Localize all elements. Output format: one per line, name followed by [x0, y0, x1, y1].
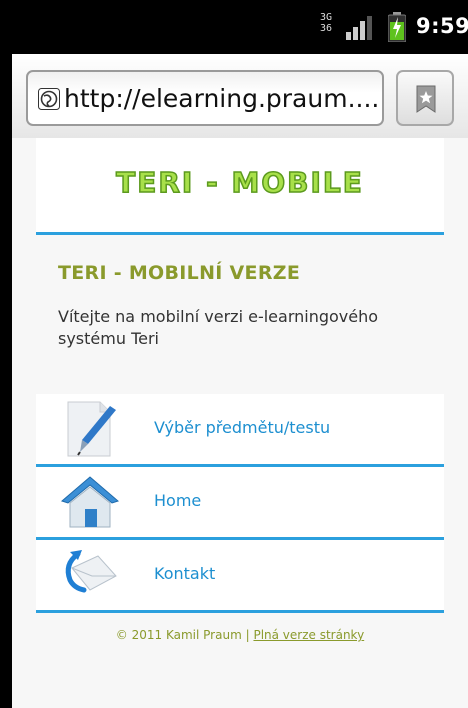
page-title: TERI - MOBILNÍ VERZE [58, 262, 301, 284]
network-type-icon: 3G 36 [316, 12, 336, 42]
url-field[interactable]: http://elearning.praum.... [26, 70, 384, 126]
menu-label-subject-test: Výběr předmětu/testu [154, 418, 331, 437]
menu-item-contact[interactable]: Kontakt [36, 540, 444, 613]
footer-copyright: © 2011 Kamil Praum | [115, 628, 250, 642]
bookmark-button[interactable] [396, 70, 454, 126]
status-bar: 3G 36 9:59 [12, 0, 468, 54]
menu-label-contact: Kontakt [154, 564, 216, 583]
full-version-link[interactable]: Plná verze stránky [253, 628, 364, 642]
network-label-bottom: 36 [319, 23, 333, 34]
intro-section: TERI - MOBILNÍ VERZE Vítejte na mobilní … [36, 236, 444, 386]
site-header: TERI - MOBILE [36, 138, 444, 235]
web-page: TERI - MOBILE TERI - MOBILNÍ VERZE Vítej… [12, 138, 468, 708]
globe-icon [38, 88, 60, 110]
intro-text: Vítejte na mobilní verzi e-learningového… [58, 307, 379, 348]
menu-item-home[interactable]: Home [36, 467, 444, 540]
battery-charging-icon [388, 12, 406, 42]
home-icon [61, 476, 119, 528]
bookmark-icon [416, 85, 436, 113]
menu-label-home: Home [154, 491, 202, 510]
site-logo[interactable]: TERI - MOBILE [36, 165, 444, 200]
browser-toolbar: http://elearning.praum.... [12, 54, 468, 139]
status-time: 9:59 [416, 14, 468, 38]
url-text: http://elearning.praum.... [64, 84, 380, 113]
menu-item-subject-test[interactable]: Výběr předmětu/testu [36, 394, 444, 467]
main-menu: Výběr předmětu/testu Home Kontakt [36, 394, 444, 613]
mail-icon [65, 550, 117, 593]
signal-icon [346, 16, 372, 40]
footer: © 2011 Kamil Praum | Plná verze stránky [36, 628, 444, 642]
pen-icon [67, 401, 116, 457]
network-label-top: 3G [319, 12, 333, 23]
phone-screen: 3G 36 9:59 http://elearning.praum.... TE… [12, 0, 468, 708]
